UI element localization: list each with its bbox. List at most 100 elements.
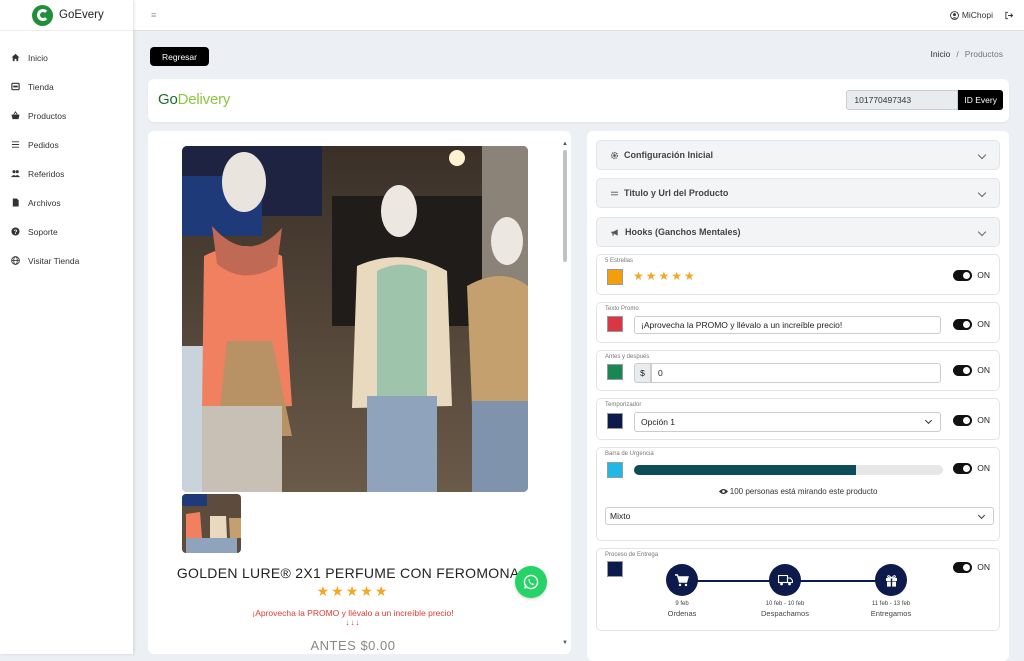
hook-delivery: Proceso de Entrega ON 9 feb Ordenas 10 f… xyxy=(596,548,1000,631)
color-swatch[interactable] xyxy=(607,462,623,478)
toggle-label: ON xyxy=(977,415,990,425)
before-price-input[interactable]: 0 xyxy=(651,363,941,383)
id-every-button[interactable]: ID Every xyxy=(958,90,1003,110)
step-date: 10 feb - 10 feb xyxy=(750,601,820,607)
sidebar-item-label: Inicio xyxy=(28,53,48,63)
accordion-configuracion-inicial[interactable]: Configuración Inicial xyxy=(596,140,1000,170)
promo-text-input[interactable]: ¡Aprovecha la PROMO y llévalo a un incre… xyxy=(634,316,941,334)
before-price: ANTES $0.00 xyxy=(148,638,558,653)
file-icon xyxy=(11,198,20,207)
color-swatch[interactable] xyxy=(607,316,623,332)
eye-icon xyxy=(719,488,728,495)
brand[interactable]: GoEvery xyxy=(0,0,133,31)
chevron-down-icon xyxy=(978,512,985,519)
urgency-mode-select[interactable]: Mixto xyxy=(605,507,994,525)
breadcrumb: Inicio/Productos xyxy=(931,49,1004,59)
sidebar-item-visitar-tienda[interactable]: Visitar Tienda xyxy=(0,246,133,275)
step-date: 9 feb xyxy=(647,601,717,607)
toggle-label: ON xyxy=(977,562,990,572)
chevron-down-icon xyxy=(978,151,986,159)
hook-label: Texto Promo xyxy=(605,306,639,312)
gear-icon xyxy=(610,151,619,160)
toggle-label: ON xyxy=(977,365,990,375)
chevron-down-icon xyxy=(925,417,932,424)
accordion-label: Hooks (Ganchos Mentales) xyxy=(625,227,741,237)
product-thumbnail[interactable] xyxy=(182,494,241,553)
toggle-switch[interactable] xyxy=(953,415,972,426)
back-button[interactable]: Regresar xyxy=(150,47,209,66)
toggle-label: ON xyxy=(977,463,990,473)
sidebar-item-productos[interactable]: Productos xyxy=(0,101,133,130)
breadcrumb-home[interactable]: Inicio xyxy=(931,49,951,59)
user-name: MiChopi xyxy=(962,10,993,20)
scroll-up-icon[interactable]: ▲ xyxy=(561,141,569,147)
chevron-down-icon xyxy=(978,189,986,197)
toggle-switch[interactable] xyxy=(953,319,972,330)
color-swatch[interactable] xyxy=(607,364,623,380)
hook-timer: Temporizador Opción 1 ON xyxy=(596,398,1000,440)
list-icon xyxy=(11,140,20,149)
hook-label: Antes y después xyxy=(605,354,649,360)
urgency-progress-bar xyxy=(634,465,943,475)
preview-scrollbar[interactable]: ▲ ▼ xyxy=(561,141,569,646)
urgency-progress-fill xyxy=(634,465,856,475)
scrollbar-thumb[interactable] xyxy=(563,150,567,262)
toggle-label: ON xyxy=(977,319,990,329)
user-circle-icon xyxy=(950,11,959,20)
product-image[interactable] xyxy=(182,146,528,492)
sidebar-item-inicio[interactable]: Inicio xyxy=(0,43,133,72)
sidebar-item-archivos[interactable]: Archivos xyxy=(0,188,133,217)
hook-urgency: Barra de Urgencia ON 100 personas está m… xyxy=(596,447,1000,541)
product-title: GOLDEN LURE® 2X1 PERFUME CON FEROMONAS xyxy=(148,565,558,581)
sidebar-item-pedidos[interactable]: Pedidos xyxy=(0,130,133,159)
viewers-label: 100 personas está mirando este producto xyxy=(730,487,878,496)
store-icon xyxy=(11,82,20,91)
scroll-down-icon[interactable]: ▼ xyxy=(561,640,569,646)
color-swatch[interactable] xyxy=(607,561,623,577)
basket-icon xyxy=(11,111,20,120)
timer-select[interactable]: Opción 1 xyxy=(634,412,941,432)
sidebar: GoEvery Inicio Tienda Productos Pedidos … xyxy=(0,0,133,654)
toggle-label: ON xyxy=(977,270,990,280)
color-swatch[interactable] xyxy=(607,413,623,429)
breadcrumb-current: Productos xyxy=(965,49,1003,59)
step-label: Ordenas xyxy=(647,609,717,618)
accordion-hooks[interactable]: Hooks (Ganchos Mentales) xyxy=(596,217,1000,247)
toggle-switch[interactable] xyxy=(953,365,972,376)
brand-name: GoEvery xyxy=(59,9,104,21)
users-icon xyxy=(11,169,20,178)
lines-icon xyxy=(610,189,619,198)
delivery-step: 11 feb - 13 feb Entregamos xyxy=(856,564,926,618)
sidebar-item-label: Archivos xyxy=(28,198,61,208)
svg-text:?: ? xyxy=(14,229,18,236)
whatsapp-button[interactable] xyxy=(515,566,547,598)
sidebar-item-tienda[interactable]: Tienda xyxy=(0,72,133,101)
globe-icon xyxy=(11,256,20,265)
toggle-switch[interactable] xyxy=(953,562,972,573)
product-promo-text: ¡Aprovecha la PROMO y llévalo a un incre… xyxy=(148,608,558,618)
accordion-titulo-url[interactable]: Titulo y Url del Producto xyxy=(596,178,1000,208)
color-swatch[interactable] xyxy=(607,269,623,285)
hook-label: Barra de Urgencia xyxy=(605,451,654,457)
sidebar-item-referidos[interactable]: Referidos xyxy=(0,159,133,188)
chevron-down-icon xyxy=(978,228,986,236)
godelivery-logo: GoDelivery xyxy=(158,91,230,108)
gift-icon xyxy=(875,564,907,596)
timer-select-value: Opción 1 xyxy=(641,417,675,427)
step-label: Entregamos xyxy=(856,609,926,618)
topbar: ≡ MiChopi xyxy=(133,0,1024,31)
user-menu[interactable]: MiChopi xyxy=(950,10,1014,20)
toggle-switch[interactable] xyxy=(953,463,972,474)
menu-toggle-icon[interactable]: ≡ xyxy=(151,10,156,20)
sidebar-item-soporte[interactable]: ? Soporte xyxy=(0,217,133,246)
toggle-switch[interactable] xyxy=(953,270,972,281)
sidebar-item-label: Tienda xyxy=(28,82,54,92)
logout-icon[interactable] xyxy=(1004,11,1014,20)
delivery-step: 10 feb - 10 feb Despachamos xyxy=(750,564,820,618)
hook-stars: 5 Estrellas ★★★★★ ON xyxy=(596,254,1000,295)
config-panel: Configuración Inicial Titulo y Url del P… xyxy=(587,131,1009,661)
sidebar-item-label: Soporte xyxy=(28,227,58,237)
whatsapp-icon xyxy=(522,573,540,591)
id-field[interactable]: 101770497343 xyxy=(846,90,958,110)
sidebar-nav: Inicio Tienda Productos Pedidos Referido… xyxy=(0,31,133,275)
